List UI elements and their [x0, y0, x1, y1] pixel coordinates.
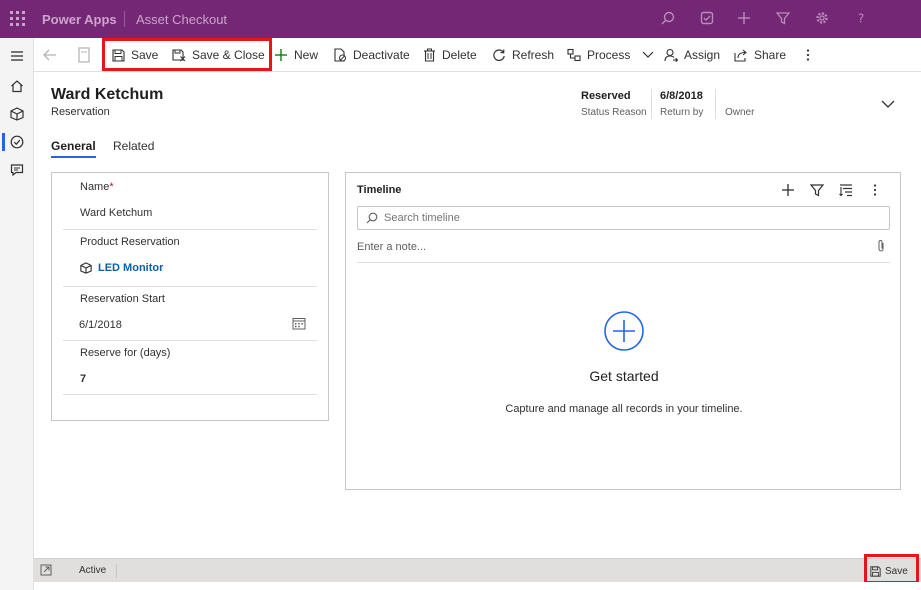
note-entry-field[interactable]: Enter a note...	[357, 239, 890, 263]
filter-icon[interactable]	[809, 182, 825, 198]
task-flow-icon[interactable]	[699, 11, 715, 27]
settings-gear-icon[interactable]	[814, 11, 830, 27]
assets-box-icon[interactable]	[0, 100, 34, 128]
app-name[interactable]: Power Apps	[42, 12, 117, 27]
share-icon	[734, 49, 747, 62]
attachment-paperclip-icon[interactable]	[876, 239, 886, 256]
add-activity-icon[interactable]	[780, 182, 796, 198]
deactivate-icon	[334, 48, 346, 62]
product-box-icon	[80, 262, 92, 274]
process-flow-icon	[567, 48, 581, 62]
reservations-check-icon[interactable]	[0, 128, 34, 156]
name-field-input[interactable]: Ward Ketchum	[80, 207, 152, 219]
open-in-new-window-icon[interactable]	[40, 564, 52, 579]
app-module-name[interactable]: Asset Checkout	[136, 12, 227, 27]
name-field-label: Name*	[80, 181, 114, 193]
header-divider	[124, 11, 125, 27]
assign-label: Assign	[684, 48, 721, 62]
header-field-value: Reserved	[581, 90, 631, 102]
header-field-return-by[interactable]: 6/8/2018 Return by	[660, 90, 703, 118]
filter-icon[interactable]	[775, 11, 791, 27]
new-label: New	[294, 48, 319, 62]
share-button[interactable]: Share	[734, 38, 786, 72]
header-field-status-reason[interactable]: Reserved Status Reason	[581, 90, 647, 118]
back-arrow-icon[interactable]	[40, 45, 60, 65]
reserve-days-input[interactable]: 7	[80, 373, 86, 385]
timeline-search-box[interactable]	[357, 206, 890, 230]
product-reservation-field-row: Product Reservation LED Monitor	[63, 230, 317, 287]
tab-general[interactable]: General	[51, 139, 96, 153]
reservation-start-input[interactable]: 6/1/2018	[79, 319, 122, 331]
sort-icon[interactable]	[838, 182, 854, 198]
menu-hamburger-icon[interactable]	[0, 42, 34, 70]
reserve-days-field-row: Reserve for (days) 7	[63, 341, 317, 395]
timeline-panel: Timeline Enter a note... Get started Cap…	[345, 172, 901, 490]
timeline-search-input[interactable]	[384, 209, 884, 227]
help-icon[interactable]: ?	[853, 11, 869, 27]
more-options-icon[interactable]	[867, 182, 883, 198]
search-icon	[366, 212, 378, 224]
record-title: Ward Ketchum	[51, 86, 164, 103]
header-field-label: Return by	[660, 107, 704, 118]
plus-icon	[275, 49, 287, 61]
home-icon[interactable]	[0, 72, 34, 100]
refresh-button[interactable]: Refresh	[492, 38, 554, 72]
note-placeholder: Enter a note...	[357, 241, 427, 253]
product-reservation-lookup[interactable]: LED Monitor	[80, 262, 163, 274]
header-divider	[651, 89, 652, 119]
reserve-days-label: Reserve for (days)	[80, 347, 171, 359]
header-field-value	[725, 90, 754, 105]
status-footer: Active Save	[34, 558, 921, 582]
reservation-start-label: Reservation Start	[80, 293, 165, 305]
trash-icon	[424, 48, 435, 62]
get-started-plus-icon	[603, 310, 645, 352]
more-commands-icon[interactable]	[803, 38, 813, 72]
assign-button[interactable]: Assign	[664, 38, 720, 72]
svg-text:?: ?	[858, 12, 864, 26]
tab-related[interactable]: Related	[113, 139, 154, 153]
process-button[interactable]: Process	[567, 38, 656, 72]
empty-state-subtitle: Capture and manage all records in your t…	[505, 403, 743, 415]
open-in-new-window-icon[interactable]	[74, 45, 94, 65]
app-launcher-icon[interactable]	[10, 11, 26, 27]
deactivate-label: Deactivate	[353, 48, 410, 62]
lookup-link[interactable]: LED Monitor	[98, 262, 163, 274]
new-button[interactable]: New	[274, 38, 318, 72]
reservation-start-field-row: Reservation Start 6/1/2018	[63, 287, 317, 341]
general-form-section: Name* Ward Ketchum Product Reservation L…	[51, 172, 329, 421]
site-map-nav	[0, 38, 34, 590]
deactivate-button[interactable]: Deactivate	[333, 38, 410, 72]
header-field-owner[interactable]: Owner	[725, 90, 754, 118]
assign-person-icon	[664, 48, 678, 62]
app-header: Power Apps Asset Checkout ?	[0, 0, 921, 38]
header-field-value: 6/8/2018	[660, 90, 703, 102]
delete-label: Delete	[442, 48, 477, 62]
process-label: Process	[587, 48, 631, 62]
header-field-label: Owner	[725, 107, 755, 118]
header-field-label: Status Reason	[581, 107, 647, 118]
record-entity-type: Reservation	[51, 106, 110, 118]
share-label: Share	[754, 48, 787, 62]
required-marker: *	[109, 181, 114, 193]
delete-button[interactable]: Delete	[423, 38, 477, 72]
expand-header-chevron-icon[interactable]	[880, 96, 896, 112]
highlight-box	[102, 38, 272, 71]
empty-state-title: Get started	[589, 368, 659, 384]
timeline-title: Timeline	[357, 184, 402, 196]
chevron-down-icon	[642, 51, 654, 58]
footer-divider	[116, 564, 117, 578]
product-reservation-label: Product Reservation	[80, 236, 180, 248]
add-icon[interactable]	[736, 11, 752, 27]
calendar-icon[interactable]	[292, 317, 306, 333]
chat-bubble-icon[interactable]	[0, 156, 34, 184]
record-status: Active	[79, 565, 107, 576]
name-field-row: Name* Ward Ketchum	[63, 173, 317, 230]
header-divider	[715, 89, 716, 119]
refresh-icon	[493, 49, 505, 61]
bottom-edge	[34, 582, 921, 590]
refresh-label: Refresh	[512, 48, 555, 62]
search-icon[interactable]	[660, 11, 676, 27]
highlight-box	[864, 554, 919, 584]
active-tab-indicator	[51, 156, 96, 158]
